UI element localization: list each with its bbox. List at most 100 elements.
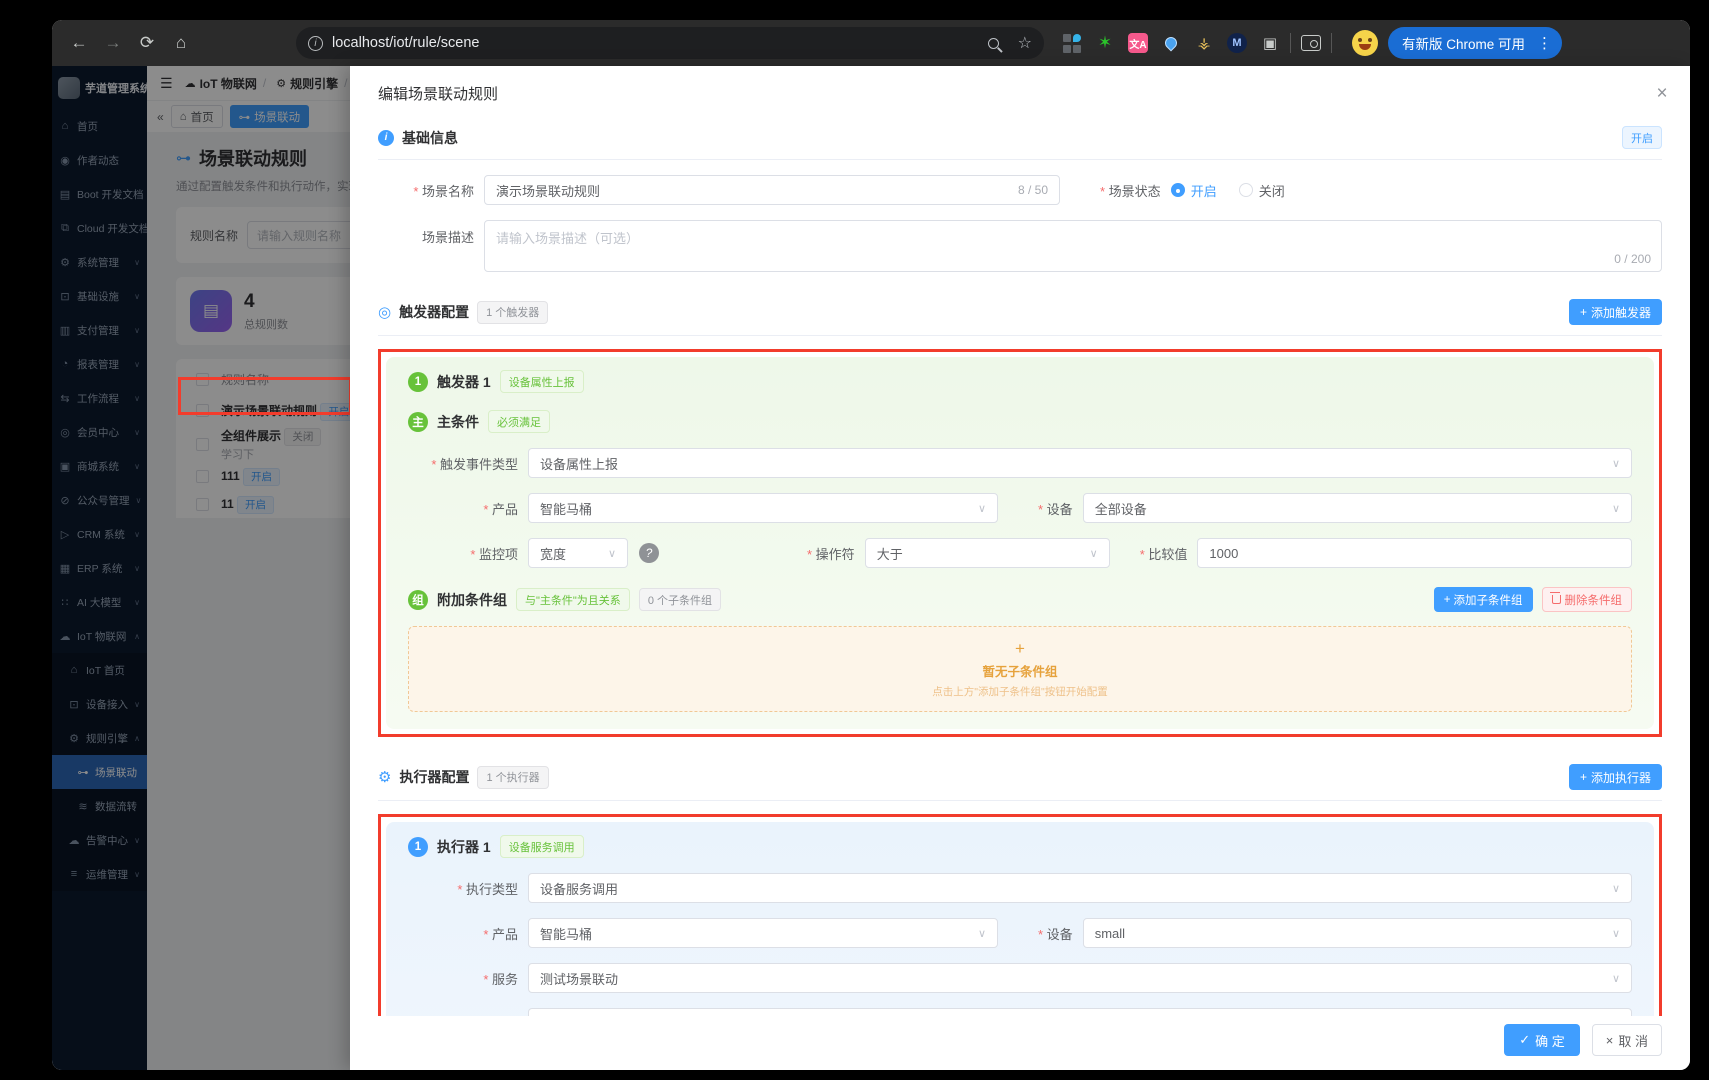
- plus-icon: +: [1579, 305, 1587, 319]
- trigger-section-header: ◎ 触发器配置 1 个触发器 + 添加触发器: [378, 290, 1662, 336]
- chevron-down-icon: ∨: [977, 927, 986, 940]
- executor-device-label: 设备: [1038, 924, 1073, 943]
- browser-menu-icon[interactable]: ⋮: [1533, 34, 1556, 52]
- main-condition-icon: 主: [408, 411, 428, 432]
- trigger-index-icon: 1: [408, 371, 428, 392]
- forward-icon[interactable]: →: [98, 28, 128, 58]
- trigger-compare-value: 1000: [1209, 545, 1239, 561]
- main-condition-title: 主条件: [437, 413, 479, 430]
- trigger-card: 1 触发器 1 设备属性上报 主 主条件 必须满足 触发事件类型: [386, 357, 1654, 729]
- trigger-operator-value: 大于: [876, 546, 903, 562]
- plus-icon: +: [1579, 770, 1587, 784]
- executor-device-value: small: [1094, 925, 1126, 941]
- trigger-product-select[interactable]: 智能马桶 ∨: [528, 493, 998, 523]
- executor-service-select[interactable]: 测试场景联动 ∨: [528, 963, 1632, 993]
- executor-device-select[interactable]: small ∨: [1082, 918, 1632, 948]
- executor-type-badge: 设备服务调用: [499, 835, 584, 858]
- broom-extension-icon[interactable]: ⚶: [1194, 33, 1214, 53]
- trigger-product-label: 产品: [408, 499, 518, 518]
- status-on-label: 开启: [1190, 183, 1217, 199]
- workona-extension-icon[interactable]: [1062, 33, 1082, 53]
- site-info-icon[interactable]: i: [308, 35, 323, 51]
- drawer-title: 编辑场景联动规则: [378, 86, 499, 103]
- close-icon[interactable]: ×: [1650, 82, 1674, 106]
- star-extension-icon[interactable]: ✶: [1095, 33, 1115, 53]
- chrome-update-button[interactable]: 有新版 Chrome 可用 ⋮: [1388, 27, 1563, 59]
- extensions-puzzle-icon[interactable]: ▣: [1260, 33, 1280, 53]
- chevron-down-icon: ∨: [1611, 927, 1620, 940]
- main-condition-badge: 必须满足: [488, 410, 550, 433]
- add-trigger-button[interactable]: + 添加触发器: [1568, 299, 1662, 325]
- basic-info-section-header: i 基础信息 开启: [378, 117, 1662, 160]
- zoom-icon[interactable]: [987, 37, 999, 49]
- annotation-box-executor: 1 执行器 1 设备服务调用 执行类型 设备服务调用 ∨ 产: [378, 814, 1662, 1016]
- scene-desc-textarea[interactable]: 请输入场景描述（可选） 0 / 200: [484, 220, 1662, 272]
- empty-subgroup-hint: 点击上方"添加子条件组"按钮开始配置: [932, 685, 1108, 698]
- radio-dot-icon: [1238, 183, 1253, 197]
- trigger-device-select[interactable]: 全部设备 ∨: [1082, 493, 1632, 523]
- executor-service-label: 服务: [408, 969, 518, 988]
- add-subgroup-button[interactable]: + 添加子条件组: [1433, 587, 1533, 612]
- m-extension-icon[interactable]: M: [1227, 33, 1247, 53]
- edit-rule-drawer: 编辑场景联动规则 × i 基础信息 开启 场景名称 演示场景联动规则 8 / 5…: [350, 66, 1690, 1070]
- drawer-body: i 基础信息 开启 场景名称 演示场景联动规则 8 / 50 场景状态 开启: [350, 117, 1690, 1016]
- url-text[interactable]: localhost/iot/rule/scene: [332, 35, 979, 51]
- executor-card: 1 执行器 1 设备服务调用 执行类型 设备服务调用 ∨ 产: [386, 822, 1654, 1016]
- delete-group-label: 删除条件组: [1564, 594, 1623, 607]
- radio-dot-icon: [1170, 183, 1185, 197]
- toolbar-divider: [1290, 33, 1291, 53]
- status-radio-on[interactable]: 开启: [1170, 181, 1217, 200]
- chevron-down-icon: ∨: [1611, 972, 1620, 985]
- scene-desc-label: 场景描述: [421, 230, 474, 245]
- basic-info-title: 基础信息: [402, 129, 458, 146]
- drop-extension-icon[interactable]: [1161, 33, 1181, 53]
- home-icon[interactable]: ⌂: [166, 28, 196, 58]
- plus-icon: +: [1443, 593, 1451, 606]
- check-icon: ✓: [1519, 1032, 1531, 1047]
- executor-section-header: ⚙ 执行器配置 1 个执行器 + 添加执行器: [378, 755, 1662, 801]
- bookmark-star-icon[interactable]: ☆: [1018, 33, 1032, 53]
- confirm-button[interactable]: ✓ 确 定: [1504, 1024, 1580, 1056]
- trigger-device-label: 设备: [1038, 499, 1073, 518]
- trigger-operator-select[interactable]: 大于 ∨: [864, 538, 1110, 568]
- status-off-label: 关闭: [1258, 183, 1285, 199]
- group-count-badge: 0 个子条件组: [638, 588, 721, 611]
- cancel-button[interactable]: × 取 消: [1591, 1024, 1662, 1056]
- group-relation-badge: 与"主条件"为且关系: [516, 588, 630, 611]
- trigger-compare-input[interactable]: 1000: [1197, 538, 1632, 568]
- trigger-product-value: 智能马桶: [540, 501, 593, 517]
- trigger-event-select[interactable]: 设备属性上报 ∨: [528, 448, 1632, 478]
- trigger-monitor-select[interactable]: 宽度 ∨: [528, 538, 628, 568]
- delete-group-button[interactable]: 删除条件组: [1541, 587, 1632, 612]
- translate-extension-icon[interactable]: 文A: [1128, 33, 1148, 53]
- scene-name-value: 演示场景联动规则: [496, 183, 601, 199]
- executor-product-value: 智能马桶: [540, 926, 593, 942]
- service-params-textarea[interactable]: { "a": 1, "b": 2 } ?: [528, 1008, 1632, 1016]
- executor-count-badge: 1 个执行器: [477, 765, 549, 789]
- status-radio-off[interactable]: 关闭: [1238, 181, 1285, 200]
- address-bar[interactable]: i localhost/iot/rule/scene ☆: [296, 27, 1044, 59]
- scene-name-input[interactable]: 演示场景联动规则 8 / 50: [484, 175, 1060, 205]
- tab-search-icon[interactable]: [1301, 35, 1321, 51]
- browser-window: ← → ⟳ ⌂ i localhost/iot/rule/scene ☆ ✶ 文…: [52, 20, 1690, 1070]
- add-executor-label: 添加执行器: [1590, 770, 1651, 785]
- condition-group-icon: 组: [408, 589, 428, 610]
- trigger-event-label: 触发事件类型: [408, 454, 518, 473]
- executor-index-icon: 1: [408, 836, 428, 857]
- add-trigger-label: 添加触发器: [1590, 305, 1651, 320]
- executor-type-select[interactable]: 设备服务调用 ∨: [528, 873, 1632, 903]
- add-executor-button[interactable]: + 添加执行器: [1568, 764, 1662, 790]
- executor-product-select[interactable]: 智能马桶 ∨: [528, 918, 998, 948]
- trigger-monitor-value: 宽度: [540, 546, 567, 562]
- executor-service-value: 测试场景联动: [540, 971, 619, 987]
- reload-icon[interactable]: ⟳: [132, 28, 162, 58]
- cross-icon: ×: [1605, 1032, 1614, 1048]
- help-icon[interactable]: ?: [639, 543, 659, 563]
- profile-avatar[interactable]: [1352, 30, 1378, 56]
- chevron-down-icon: ∨: [1611, 502, 1620, 515]
- plus-icon: +: [1015, 638, 1025, 658]
- empty-subgroup-placeholder[interactable]: + 暂无子条件组 点击上方"添加子条件组"按钮开始配置: [408, 626, 1632, 712]
- back-icon[interactable]: ←: [64, 28, 94, 58]
- scene-status-badge: 开启: [1622, 126, 1662, 149]
- trigger-device-value: 全部设备: [1094, 501, 1147, 517]
